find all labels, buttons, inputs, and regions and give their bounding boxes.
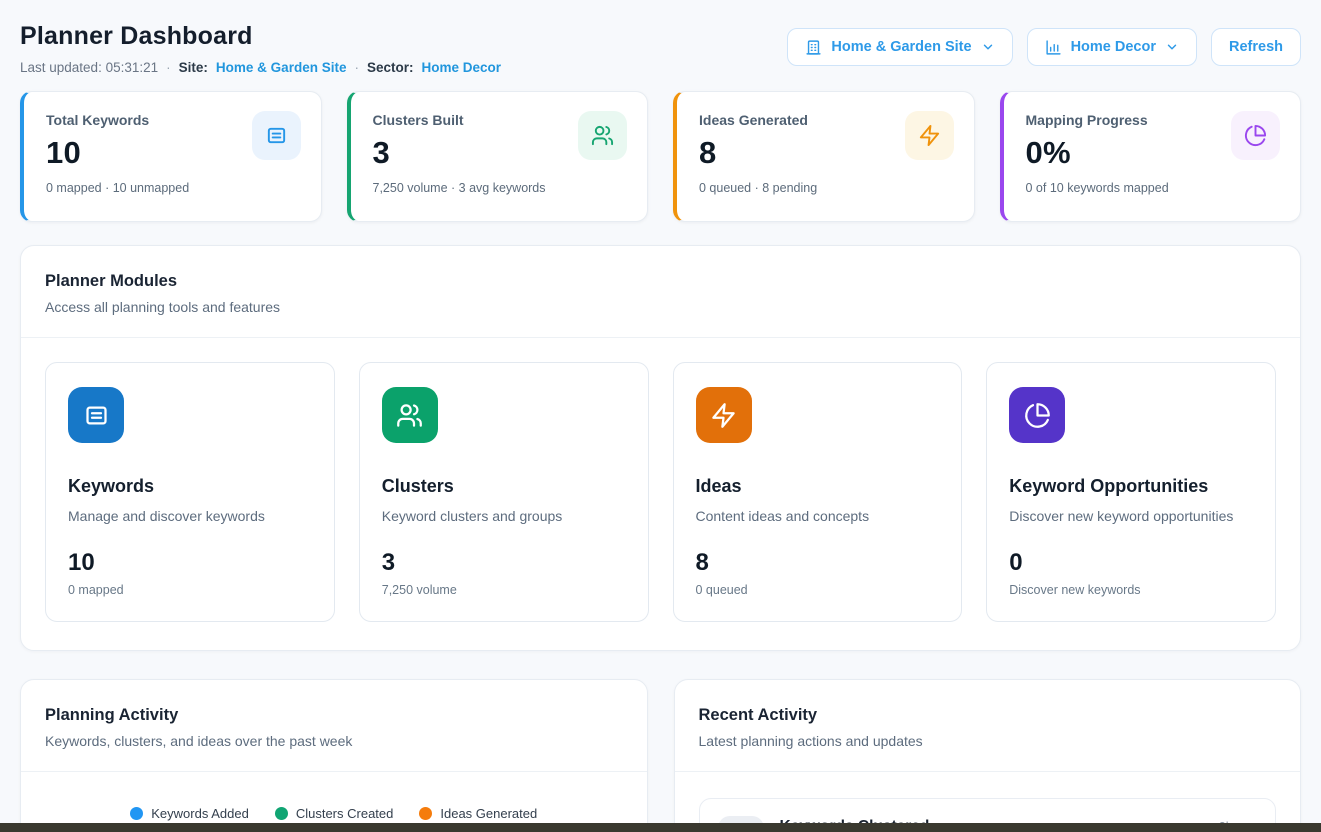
pie-chart-icon (1009, 387, 1065, 443)
modules-grid: Keywords Manage and discover keywords 10… (21, 338, 1300, 650)
legend-label: Keywords Added (151, 806, 249, 821)
meta-separator: · (354, 60, 359, 75)
stat-subtext: 0 mapped · 10 unmapped (46, 181, 299, 195)
sector-selector-label: Home Decor (1071, 39, 1156, 55)
module-title: Clusters (382, 476, 626, 497)
stat-card-total-keywords[interactable]: Total Keywords 10 0 mapped · 10 unmapped (20, 91, 322, 222)
planner-dashboard-page: Planner Dashboard Last updated: 05:31:21… (0, 0, 1321, 832)
module-title: Keywords (68, 476, 312, 497)
module-card-keywords[interactable]: Keywords Manage and discover keywords 10… (45, 362, 335, 622)
module-subtext: 0 mapped (68, 583, 312, 597)
planner-modules-header: Planner Modules Access all planning tool… (21, 246, 1300, 338)
stat-subtext: 0 of 10 keywords mapped (1026, 181, 1279, 195)
sector-selector-dropdown[interactable]: Home Decor (1027, 28, 1197, 66)
section-subtitle: Latest planning actions and updates (699, 733, 1277, 749)
last-updated-label: Last updated: 05:31:21 (20, 60, 158, 75)
zap-icon (696, 387, 752, 443)
module-value: 10 (68, 549, 312, 577)
header-meta: Last updated: 05:31:21 · Site: Home & Ga… (20, 60, 501, 75)
module-value: 8 (696, 549, 940, 577)
site-selector-dropdown[interactable]: Home & Garden Site (787, 28, 1012, 66)
page-title: Planner Dashboard (20, 22, 501, 51)
bar-chart-icon (1045, 39, 1062, 56)
section-subtitle: Access all planning tools and features (45, 299, 1276, 315)
module-description: Keyword clusters and groups (382, 508, 626, 524)
module-title: Ideas (696, 476, 940, 497)
zap-icon (905, 111, 954, 160)
document-icon (252, 111, 301, 160)
legend-label: Ideas Generated (440, 806, 537, 821)
users-icon (578, 111, 627, 160)
section-title: Recent Activity (699, 706, 1277, 725)
chart-legend: Keywords Added Clusters Created Ideas Ge… (21, 806, 647, 821)
header-left: Planner Dashboard Last updated: 05:31:21… (20, 22, 501, 75)
module-value: 3 (382, 549, 626, 577)
last-updated-value: 05:31:21 (106, 60, 159, 75)
building-icon (805, 39, 822, 56)
module-description: Manage and discover keywords (68, 508, 312, 524)
module-description: Discover new keyword opportunities (1009, 508, 1253, 524)
module-card-keyword-opportunities[interactable]: Keyword Opportunities Discover new keywo… (986, 362, 1276, 622)
recent-activity-header: Recent Activity Latest planning actions … (675, 680, 1301, 772)
module-description: Content ideas and concepts (696, 508, 940, 524)
module-title: Keyword Opportunities (1009, 476, 1253, 497)
section-title: Planner Modules (45, 272, 1276, 291)
chevron-down-icon (981, 40, 995, 54)
stat-card-ideas-generated[interactable]: Ideas Generated 8 0 queued · 8 pending (673, 91, 975, 222)
page-header: Planner Dashboard Last updated: 05:31:21… (20, 22, 1301, 75)
module-card-clusters[interactable]: Clusters Keyword clusters and groups 3 7… (359, 362, 649, 622)
planning-activity-header: Planning Activity Keywords, clusters, an… (21, 680, 647, 772)
refresh-button[interactable]: Refresh (1211, 28, 1301, 66)
legend-dot (275, 807, 288, 820)
module-card-ideas[interactable]: Ideas Content ideas and concepts 8 0 que… (673, 362, 963, 622)
legend-dot (419, 807, 432, 820)
section-subtitle: Keywords, clusters, and ideas over the p… (45, 733, 623, 749)
module-subtext: 7,250 volume (382, 583, 626, 597)
planner-modules-section: Planner Modules Access all planning tool… (20, 245, 1301, 651)
module-subtext: Discover new keywords (1009, 583, 1253, 597)
section-title: Planning Activity (45, 706, 623, 725)
header-actions: Home & Garden Site Home Decor Refresh (787, 28, 1301, 66)
legend-item-ideas-generated[interactable]: Ideas Generated (419, 806, 537, 821)
bottom-row: Planning Activity Keywords, clusters, an… (20, 679, 1301, 832)
module-subtext: 0 queued (696, 583, 940, 597)
legend-dot (130, 807, 143, 820)
site-link[interactable]: Home & Garden Site (216, 60, 347, 75)
stat-subtext: 0 queued · 8 pending (699, 181, 952, 195)
bottom-window-edge (0, 823, 1321, 832)
pie-chart-icon (1231, 111, 1280, 160)
stat-card-clusters-built[interactable]: Clusters Built 3 7,250 volume · 3 avg ke… (347, 91, 649, 222)
site-label: Site: (179, 60, 208, 75)
sector-label: Sector: (367, 60, 414, 75)
meta-separator: · (166, 60, 171, 75)
planning-activity-card: Planning Activity Keywords, clusters, an… (20, 679, 648, 832)
stat-cards-row: Total Keywords 10 0 mapped · 10 unmapped… (20, 91, 1301, 222)
users-icon (382, 387, 438, 443)
site-selector-label: Home & Garden Site (831, 39, 971, 55)
recent-activity-card: Recent Activity Latest planning actions … (674, 679, 1302, 832)
stat-card-mapping-progress[interactable]: Mapping Progress 0% 0 of 10 keywords map… (1000, 91, 1302, 222)
sector-link[interactable]: Home Decor (421, 60, 501, 75)
stat-subtext: 7,250 volume · 3 avg keywords (373, 181, 626, 195)
chevron-down-icon (1165, 40, 1179, 54)
legend-item-keywords-added[interactable]: Keywords Added (130, 806, 249, 821)
legend-label: Clusters Created (296, 806, 394, 821)
module-value: 0 (1009, 549, 1253, 577)
legend-item-clusters-created[interactable]: Clusters Created (275, 806, 394, 821)
document-icon (68, 387, 124, 443)
